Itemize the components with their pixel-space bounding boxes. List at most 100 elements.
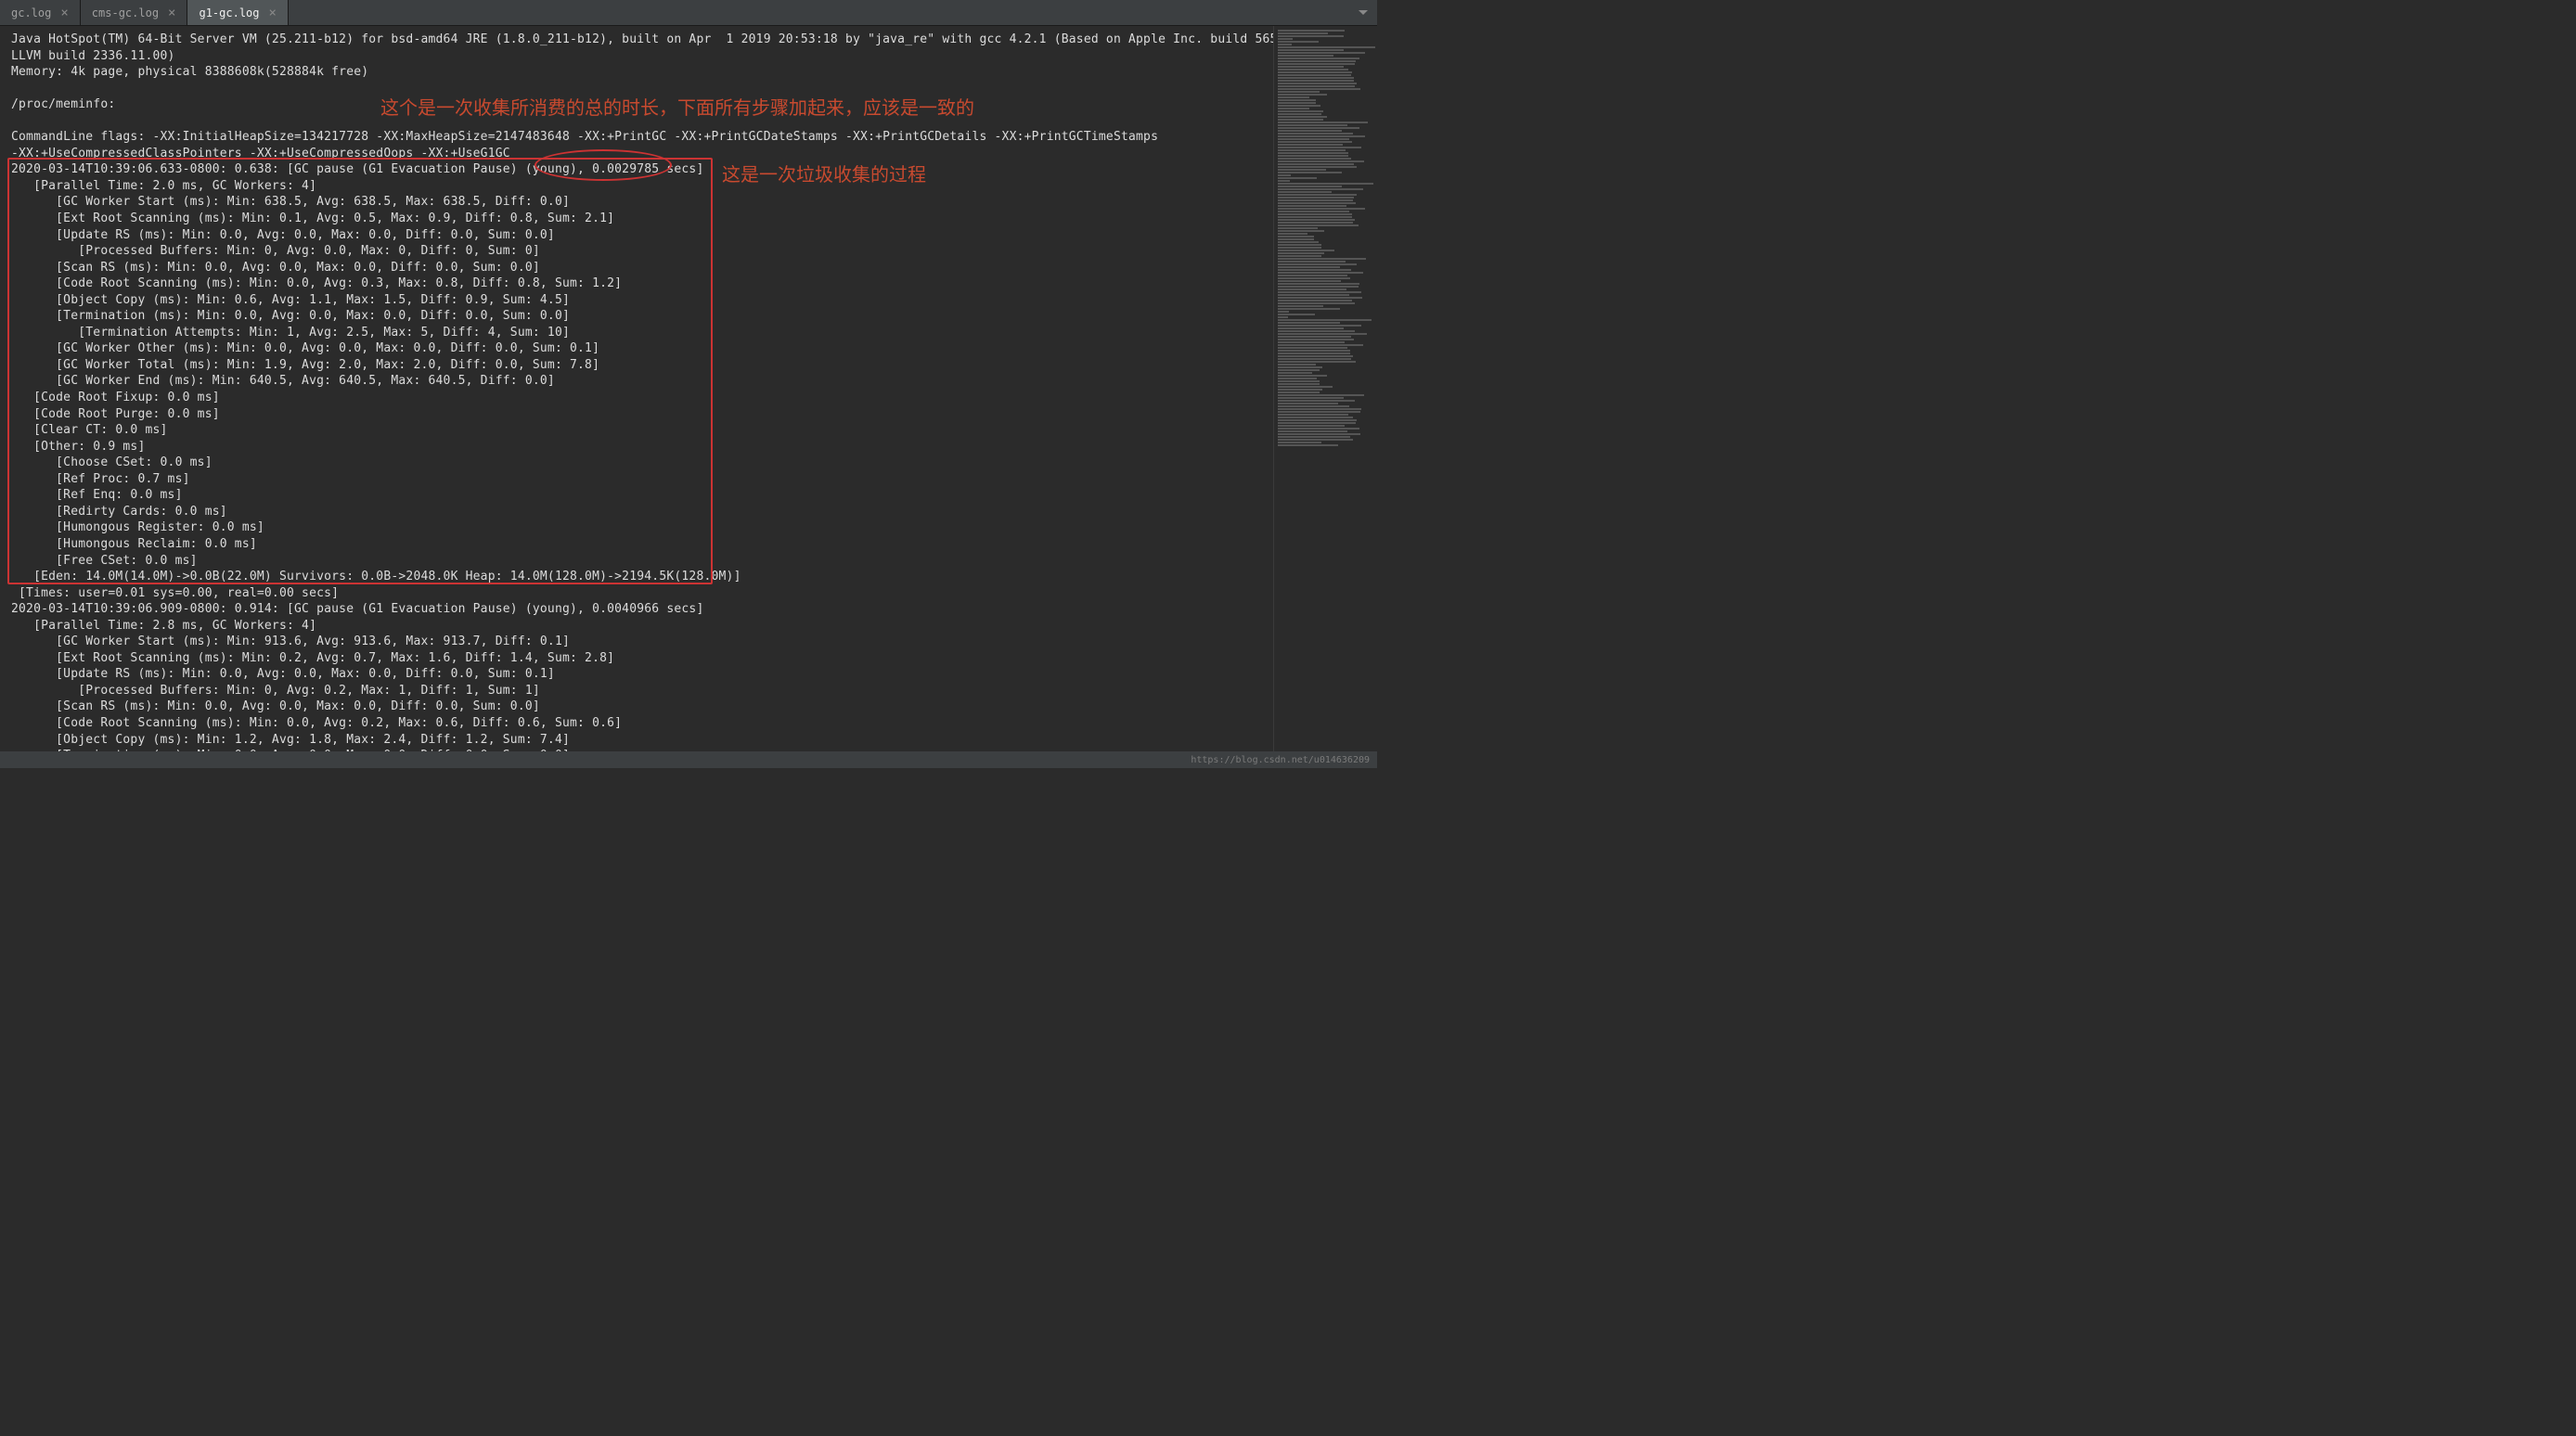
minimap-line bbox=[1278, 74, 1351, 76]
minimap-line bbox=[1278, 347, 1347, 349]
minimap-line bbox=[1278, 414, 1348, 416]
minimap-line bbox=[1278, 339, 1354, 340]
minimap-line bbox=[1278, 294, 1349, 296]
minimap-line bbox=[1278, 110, 1323, 112]
tab-cms-gc-log[interactable]: cms-gc.log × bbox=[81, 0, 188, 25]
minimap-line bbox=[1278, 266, 1340, 268]
minimap-line bbox=[1278, 197, 1354, 199]
minimap-line bbox=[1278, 291, 1361, 293]
minimap-line bbox=[1278, 364, 1316, 365]
minimap-line bbox=[1278, 319, 1372, 321]
minimap-line bbox=[1278, 202, 1356, 204]
minimap-line bbox=[1278, 444, 1338, 446]
minimap-line bbox=[1278, 442, 1321, 443]
minimap-line bbox=[1278, 96, 1309, 98]
minimap-line bbox=[1278, 49, 1344, 51]
minimap-line bbox=[1278, 397, 1344, 399]
minimap-line bbox=[1278, 258, 1366, 260]
close-icon[interactable]: × bbox=[60, 6, 68, 19]
minimap-line bbox=[1278, 302, 1355, 304]
minimap-line bbox=[1278, 211, 1349, 212]
minimap-line bbox=[1278, 366, 1322, 368]
minimap-line bbox=[1278, 236, 1314, 237]
minimap-line bbox=[1278, 102, 1316, 104]
minimap-line bbox=[1278, 255, 1321, 257]
tab-gc-log[interactable]: gc.log × bbox=[0, 0, 81, 25]
minimap-line bbox=[1278, 308, 1340, 310]
minimap-line bbox=[1278, 213, 1352, 215]
minimap-line bbox=[1278, 191, 1332, 193]
minimap-line bbox=[1278, 133, 1353, 135]
minimap-line bbox=[1278, 280, 1341, 282]
minimap-line bbox=[1278, 32, 1328, 34]
minimap-line bbox=[1278, 135, 1365, 137]
minimap-line bbox=[1278, 180, 1290, 182]
minimap-line bbox=[1278, 41, 1319, 43]
minimap-line bbox=[1278, 224, 1359, 226]
minimap-line bbox=[1278, 300, 1352, 301]
tab-g1-gc-log[interactable]: g1-gc.log × bbox=[187, 0, 288, 25]
minimap-line bbox=[1278, 147, 1361, 148]
minimap-line bbox=[1278, 277, 1350, 279]
minimap-line bbox=[1278, 344, 1363, 346]
minimap-line bbox=[1278, 205, 1346, 207]
minimap-line bbox=[1278, 216, 1352, 218]
status-bar: https://blog.csdn.net/u014636209 bbox=[0, 751, 1377, 768]
minimap-line bbox=[1278, 336, 1351, 338]
minimap-line bbox=[1278, 69, 1348, 71]
minimap-line bbox=[1278, 422, 1356, 424]
minimap-line bbox=[1278, 99, 1316, 101]
minimap-line bbox=[1278, 141, 1352, 143]
minimap-line bbox=[1278, 341, 1345, 343]
minimap-line bbox=[1278, 44, 1292, 45]
status-url: https://blog.csdn.net/u014636209 bbox=[1191, 755, 1370, 765]
minimap-line bbox=[1278, 238, 1314, 240]
minimap-line bbox=[1278, 350, 1350, 352]
minimap-line bbox=[1278, 177, 1317, 179]
minimap-line bbox=[1278, 116, 1327, 118]
minimap-line bbox=[1278, 316, 1288, 318]
minimap-line bbox=[1278, 314, 1315, 315]
minimap-line bbox=[1278, 188, 1363, 190]
minimap-line bbox=[1278, 288, 1346, 290]
close-icon[interactable]: × bbox=[269, 6, 277, 19]
log-pane[interactable]: Java HotSpot(TM) 64-Bit Server VM (25.21… bbox=[0, 26, 1273, 751]
minimap-line bbox=[1278, 275, 1347, 276]
minimap-line bbox=[1278, 130, 1342, 132]
minimap-line bbox=[1278, 305, 1323, 307]
minimap-line bbox=[1278, 417, 1353, 418]
minimap-line bbox=[1278, 127, 1359, 129]
minimap-line bbox=[1278, 58, 1359, 59]
minimap-line bbox=[1278, 430, 1347, 432]
minimap-line bbox=[1278, 174, 1291, 176]
minimap-line bbox=[1278, 83, 1357, 84]
minimap-line bbox=[1278, 227, 1318, 229]
minimap-line bbox=[1278, 269, 1351, 271]
minimap-line bbox=[1278, 219, 1355, 221]
minimap-line bbox=[1278, 419, 1357, 421]
minimap-line bbox=[1278, 322, 1340, 324]
minimap-line bbox=[1278, 369, 1320, 371]
minimap[interactable] bbox=[1273, 26, 1377, 751]
minimap-line bbox=[1278, 355, 1353, 357]
minimap-line bbox=[1278, 199, 1353, 201]
minimap-line bbox=[1278, 358, 1351, 360]
minimap-line bbox=[1278, 272, 1363, 274]
minimap-line bbox=[1278, 403, 1338, 404]
close-icon[interactable]: × bbox=[168, 6, 175, 19]
minimap-line bbox=[1278, 85, 1355, 87]
minimap-line bbox=[1278, 144, 1343, 146]
minimap-line bbox=[1278, 35, 1344, 37]
minimap-line bbox=[1278, 155, 1348, 157]
minimap-line bbox=[1278, 52, 1365, 54]
minimap-line bbox=[1278, 91, 1320, 93]
minimap-line bbox=[1278, 113, 1321, 115]
content-area: Java HotSpot(TM) 64-Bit Server VM (25.21… bbox=[0, 26, 1377, 751]
minimap-line bbox=[1278, 124, 1347, 126]
minimap-line bbox=[1278, 378, 1317, 379]
minimap-line bbox=[1278, 66, 1344, 68]
chevron-down-icon[interactable] bbox=[1359, 10, 1368, 15]
minimap-line bbox=[1278, 46, 1375, 48]
minimap-line bbox=[1278, 263, 1357, 265]
minimap-line bbox=[1278, 60, 1356, 62]
